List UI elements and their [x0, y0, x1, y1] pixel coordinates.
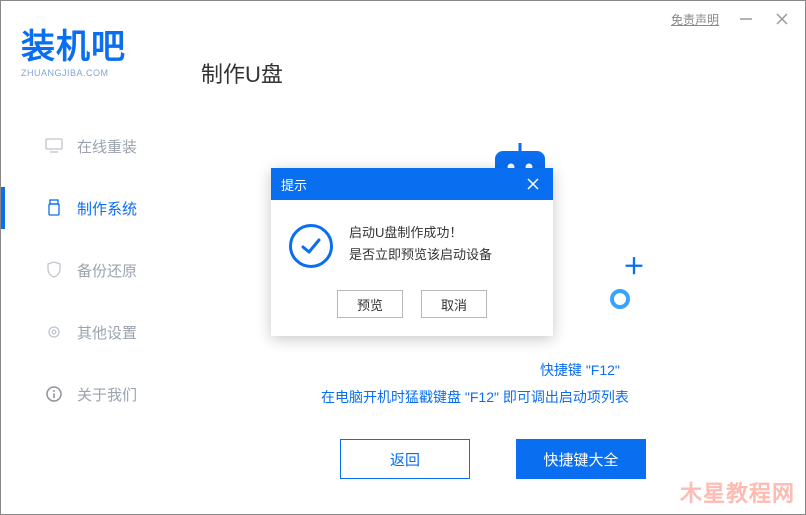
sidebar-item-other-settings[interactable]: 其他设置: [1, 301, 176, 363]
logo-sub: ZHUANGJIBA.COM: [21, 68, 126, 78]
ring-icon: [610, 289, 630, 309]
plus-icon: ＋: [623, 249, 645, 281]
dialog-close-icon[interactable]: [523, 174, 543, 194]
titlebar: 免责声明: [657, 1, 805, 37]
sidebar-item-about[interactable]: 关于我们: [1, 363, 176, 425]
hint-line1-tail: 快捷键 "F12": [540, 362, 620, 378]
dialog-message-line2: 是否立即预览该启动设备: [349, 244, 492, 266]
dialog-actions: 预览 取消: [271, 286, 553, 336]
app-logo: 装机吧 ZHUANGJIBA.COM: [21, 19, 126, 78]
close-icon[interactable]: [773, 10, 791, 28]
sidebar-item-make-system[interactable]: 制作系统: [1, 177, 176, 239]
sidebar-item-label: 其他设置: [77, 322, 137, 343]
dialog-title: 提示: [281, 175, 307, 194]
hint-text: xxxxxxxxxxxxxxxxxxxxxxxxxxxxxx快捷键 "F12" …: [321, 357, 629, 410]
dialog-header: 提示: [271, 168, 553, 200]
usb-icon: [45, 199, 63, 217]
dialog-message: 启动U盘制作成功！ 是否立即预览该启动设备: [349, 222, 492, 268]
sidebar-item-online-reinstall[interactable]: 在线重装: [1, 115, 176, 177]
sidebar-item-label: 备份还原: [77, 260, 137, 281]
sidebar-item-backup-restore[interactable]: 备份还原: [1, 239, 176, 301]
check-circle-icon: [289, 224, 333, 268]
preview-button[interactable]: 预览: [337, 290, 403, 318]
sidebar: 在线重装 制作系统 备份还原 其他设置 关于我们: [1, 115, 176, 425]
info-icon: [45, 385, 63, 403]
logo-main: 装机吧: [21, 19, 126, 68]
shield-icon: [45, 261, 63, 279]
dialog-message-line1: 启动U盘制作成功！: [349, 222, 492, 244]
dialog-prompt: 提示 启动U盘制作成功！ 是否立即预览该启动设备 预览 取消: [271, 168, 553, 336]
watermark: 木星教程网: [680, 476, 795, 508]
hint-line2: 在电脑开机时猛戳键盘 "F12" 即可调出启动项列表: [321, 389, 629, 405]
disclaimer-link[interactable]: 免责声明: [671, 11, 719, 28]
monitor-icon: [45, 137, 63, 155]
back-button[interactable]: 返回: [340, 439, 470, 479]
sidebar-item-label: 制作系统: [77, 198, 137, 219]
cancel-button[interactable]: 取消: [421, 290, 487, 318]
page-title: 制作U盘: [201, 57, 283, 89]
sidebar-item-label: 在线重装: [77, 136, 137, 157]
minimize-icon[interactable]: [737, 10, 755, 28]
dialog-body: 启动U盘制作成功！ 是否立即预览该启动设备: [271, 200, 553, 286]
sidebar-item-label: 关于我们: [77, 384, 137, 405]
gear-icon: [45, 323, 63, 341]
hotkeys-button[interactable]: 快捷键大全: [516, 439, 646, 479]
